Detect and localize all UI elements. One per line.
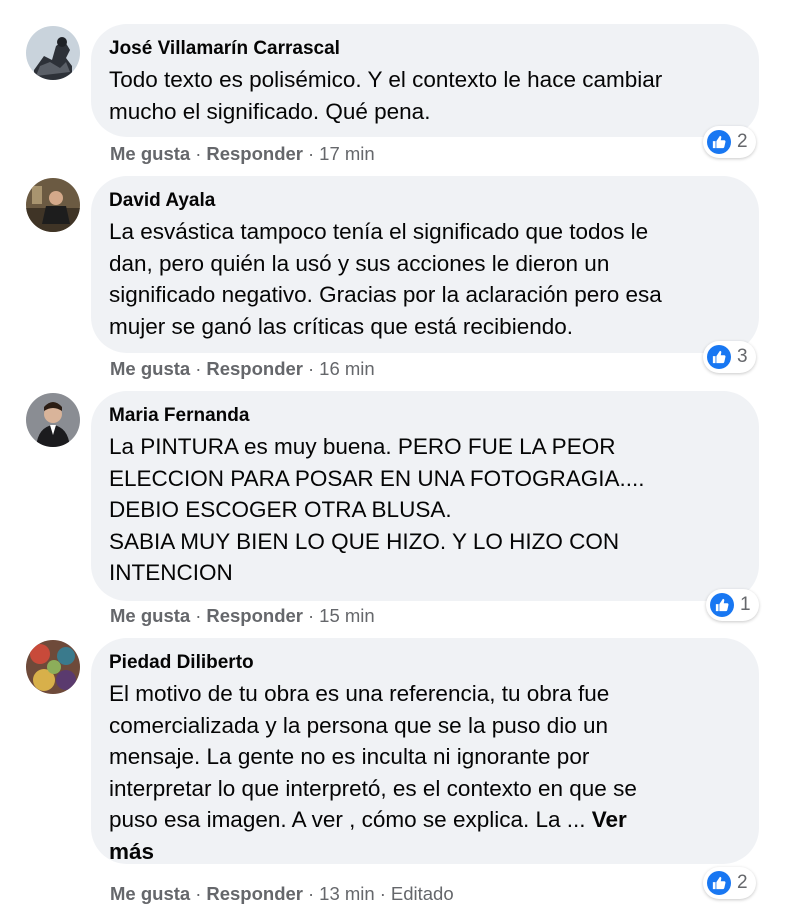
comment-bubble: David Ayala La esvástica tampoco tenía e… — [91, 176, 759, 353]
reaction-summary[interactable]: 1 — [706, 589, 759, 621]
like-button[interactable]: Me gusta — [110, 605, 190, 626]
comment-text: La esvástica tampoco tenía el significad… — [109, 219, 662, 339]
comment-author[interactable]: José Villamarín Carrascal — [109, 36, 739, 62]
reaction-count: 2 — [737, 131, 748, 152]
separator: · — [195, 358, 202, 379]
reply-button[interactable]: Responder — [206, 358, 303, 379]
comment-author[interactable]: David Ayala — [109, 188, 739, 214]
avatar-image — [26, 178, 80, 232]
comment-author[interactable]: Piedad Diliberto — [109, 650, 739, 676]
comment-actions: Me gusta · Responder · 13 min · Editado — [110, 882, 454, 906]
comment-timestamp[interactable]: 16 min — [319, 358, 375, 379]
like-button[interactable]: Me gusta — [110, 358, 190, 379]
reaction-summary[interactable]: 3 — [703, 341, 756, 373]
avatar[interactable] — [26, 26, 80, 80]
avatar-image — [26, 26, 80, 80]
separator: · — [308, 605, 315, 626]
like-button[interactable]: Me gusta — [110, 143, 190, 164]
comment-text-body: El motivo de tu obra es una referencia, … — [109, 681, 637, 832]
edited-label[interactable]: Editado — [391, 883, 454, 904]
thumbs-up-icon — [707, 871, 731, 895]
separator: · — [308, 358, 315, 379]
comment-actions: Me gusta · Responder · 17 min — [110, 142, 375, 166]
comment-actions: Me gusta · Responder · 16 min — [110, 357, 375, 381]
separator: · — [379, 883, 386, 904]
separator: · — [195, 883, 202, 904]
avatar[interactable] — [26, 178, 80, 232]
separator: · — [308, 883, 315, 904]
reply-button[interactable]: Responder — [206, 883, 303, 904]
comment-timestamp[interactable]: 17 min — [319, 143, 375, 164]
reaction-count: 3 — [737, 346, 748, 367]
comment-bubble: José Villamarín Carrascal Todo texto es … — [91, 24, 759, 137]
avatar-image — [26, 393, 80, 447]
comment-text: La PINTURA es muy buena. PERO FUE LA PEO… — [109, 434, 645, 585]
separator: · — [195, 605, 202, 626]
comment-text: El motivo de tu obra es una referencia, … — [109, 678, 739, 867]
comment-author[interactable]: Maria Fernanda — [109, 403, 739, 429]
comment-timestamp[interactable]: 13 min — [319, 883, 375, 904]
comment-text: Todo texto es polisémico. Y el contexto … — [109, 67, 663, 124]
thumbs-up-icon — [707, 345, 731, 369]
reply-button[interactable]: Responder — [206, 143, 303, 164]
avatar-image — [26, 640, 80, 694]
avatar[interactable] — [26, 393, 80, 447]
reaction-summary[interactable]: 2 — [703, 867, 756, 899]
thumbs-up-icon — [710, 593, 734, 617]
reaction-count: 1 — [740, 594, 751, 615]
reaction-count: 2 — [737, 872, 748, 893]
comment-actions: Me gusta · Responder · 15 min — [110, 604, 375, 628]
reaction-summary[interactable]: 2 — [703, 126, 756, 158]
comment-bubble: Piedad Diliberto El motivo de tu obra es… — [91, 638, 759, 864]
like-button[interactable]: Me gusta — [110, 883, 190, 904]
comments-feed: José Villamarín Carrascal Todo texto es … — [0, 0, 800, 917]
reply-button[interactable]: Responder — [206, 605, 303, 626]
thumbs-up-icon — [707, 130, 731, 154]
comment-timestamp[interactable]: 15 min — [319, 605, 375, 626]
separator: · — [195, 143, 202, 164]
avatar[interactable] — [26, 640, 80, 694]
comment-bubble: Maria Fernanda La PINTURA es muy buena. … — [91, 391, 759, 601]
separator: · — [308, 143, 315, 164]
